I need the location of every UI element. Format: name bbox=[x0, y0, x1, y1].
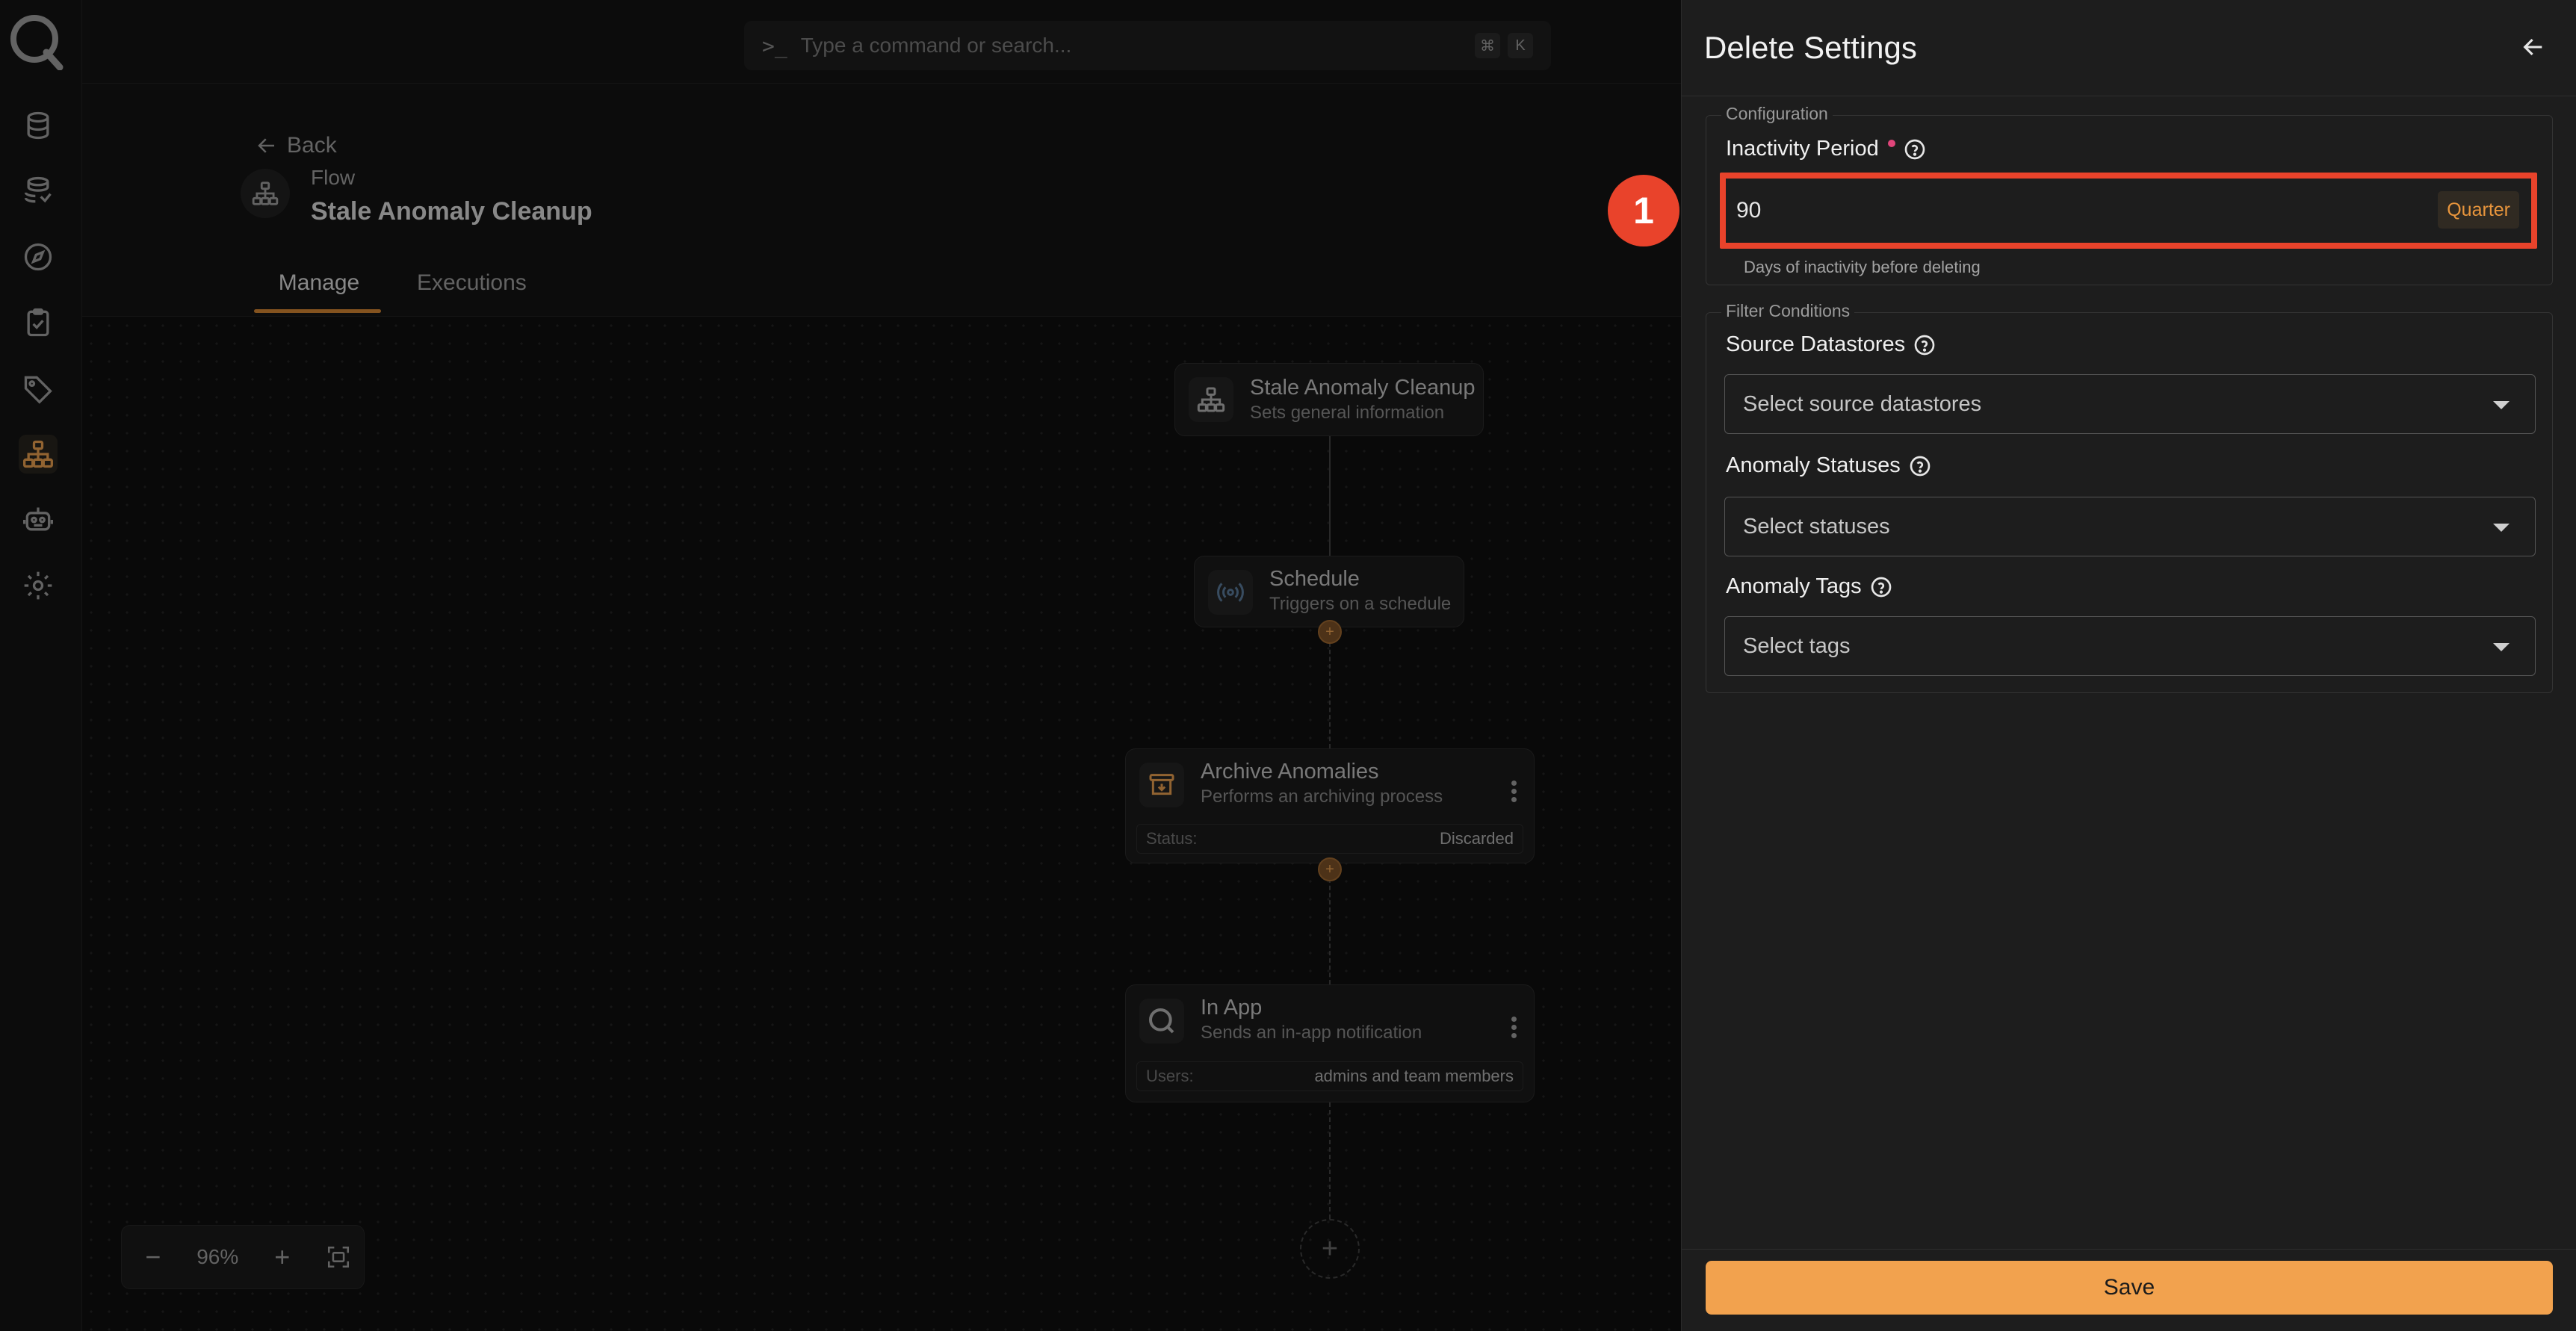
node-users-row: Users: admins and team members bbox=[1136, 1061, 1523, 1091]
settings-icon[interactable] bbox=[19, 566, 58, 605]
node-menu-icon[interactable] bbox=[1511, 778, 1519, 805]
explore-icon[interactable] bbox=[19, 238, 58, 276]
node-title: Archive Anomalies bbox=[1201, 760, 1379, 784]
node-connector-port[interactable]: + bbox=[1318, 620, 1342, 644]
zoom-out-button[interactable]: − bbox=[134, 1241, 172, 1273]
row-value: Discarded bbox=[1439, 829, 1514, 848]
back-link[interactable]: Back bbox=[256, 133, 337, 158]
archive-box-icon bbox=[1139, 763, 1184, 807]
caret-down-icon bbox=[2493, 401, 2510, 409]
node-title: In App bbox=[1201, 996, 1263, 1020]
delete-settings-drawer: Delete Settings Configuration Inactivity… bbox=[1681, 0, 2576, 1331]
node-subtitle: Triggers on a schedule bbox=[1269, 594, 1452, 614]
command-search-placeholder: Type a command or search... bbox=[800, 34, 1072, 57]
drawer-title: Delete Settings bbox=[1704, 30, 1917, 65]
node-title: Stale Anomaly Cleanup bbox=[1250, 376, 1476, 400]
active-tab-indicator bbox=[254, 309, 381, 313]
node-menu-icon[interactable] bbox=[1511, 1014, 1519, 1041]
caret-down-icon bbox=[2493, 524, 2510, 532]
add-node-button[interactable]: + bbox=[1300, 1219, 1360, 1279]
help-icon[interactable] bbox=[1903, 137, 1927, 161]
configuration-fieldset: Configuration Inactivity Period Quarter … bbox=[1706, 104, 2553, 285]
anomaly-statuses-select[interactable]: Select statuses bbox=[1724, 497, 2536, 556]
node-status-row: Status: Discarded bbox=[1136, 824, 1523, 854]
help-icon[interactable] bbox=[1913, 333, 1936, 357]
node-in-app[interactable]: In App Sends an in-app notification User… bbox=[1125, 984, 1535, 1102]
label-text: Anomaly Tags bbox=[1726, 574, 1862, 598]
help-icon[interactable] bbox=[1869, 575, 1893, 599]
datastore-stack-icon[interactable] bbox=[19, 172, 58, 211]
node-subtitle: Sends an in-app notification bbox=[1201, 1023, 1422, 1043]
caret-down-icon bbox=[2493, 643, 2510, 651]
node-subtitle: Sets general information bbox=[1250, 403, 1445, 423]
unit-chip: Quarter bbox=[2438, 191, 2519, 229]
broadcast-icon bbox=[1208, 570, 1253, 615]
row-key: Users: bbox=[1146, 1067, 1194, 1085]
flow-hierarchy-icon bbox=[1189, 377, 1233, 422]
node-connector-port[interactable]: + bbox=[1318, 857, 1342, 881]
source-datastores-label: Source Datastores bbox=[1726, 332, 1936, 357]
flow-header: Back Flow Stale Anomaly Cleanup Manage E… bbox=[82, 84, 1681, 317]
step-badge: 1 bbox=[1608, 175, 1679, 246]
app-logo-icon[interactable] bbox=[7, 10, 64, 70]
arrow-left-icon bbox=[258, 138, 274, 153]
source-datastores-select[interactable]: Select source datastores bbox=[1724, 374, 2536, 434]
page-title: Stale Anomaly Cleanup bbox=[311, 197, 592, 226]
anomaly-statuses-label: Anomaly Statuses bbox=[1726, 453, 1932, 478]
node-flow-info[interactable]: Stale Anomaly Cleanup Sets general infor… bbox=[1174, 363, 1484, 436]
node-subtitle: Performs an archiving process bbox=[1201, 786, 1443, 807]
anomaly-tags-select[interactable]: Select tags bbox=[1724, 616, 2536, 676]
command-search-input[interactable]: >_ Type a command or search... ⌘ K bbox=[744, 21, 1551, 70]
filter-conditions-fieldset: Filter Conditions Source Datastores Sele… bbox=[1706, 301, 2553, 693]
datastore-icon[interactable] bbox=[19, 106, 58, 145]
app-logo-icon bbox=[1139, 999, 1184, 1043]
edge-flow-schedule bbox=[1329, 436, 1331, 556]
node-title: Schedule bbox=[1269, 567, 1360, 591]
tag-icon[interactable] bbox=[19, 369, 58, 408]
helper-text: Days of inactivity before deleting bbox=[1744, 258, 1981, 276]
agent-icon[interactable] bbox=[19, 500, 58, 539]
left-rail bbox=[0, 0, 82, 1331]
inactivity-period-label: Inactivity Period bbox=[1726, 137, 1927, 161]
help-icon[interactable] bbox=[1908, 454, 1932, 478]
save-button[interactable]: Save bbox=[1706, 1261, 2553, 1315]
select-placeholder: Select tags bbox=[1743, 633, 1851, 658]
label-text: Inactivity Period bbox=[1726, 137, 1879, 161]
back-label: Back bbox=[287, 133, 337, 158]
row-value: admins and team members bbox=[1314, 1067, 1514, 1085]
inactivity-period-input[interactable] bbox=[1732, 184, 2524, 237]
flows-icon[interactable] bbox=[19, 435, 58, 474]
shortcut-key: K bbox=[1508, 33, 1533, 58]
arrow-left-icon[interactable] bbox=[2521, 34, 2546, 60]
edge-schedule-archive bbox=[1329, 642, 1331, 748]
flow-kicker: Flow bbox=[311, 166, 356, 189]
select-placeholder: Select source datastores bbox=[1743, 391, 1982, 416]
row-key: Status: bbox=[1146, 829, 1198, 848]
checks-icon[interactable] bbox=[19, 303, 58, 342]
node-schedule[interactable]: Schedule Triggers on a schedule bbox=[1194, 556, 1464, 627]
footer-divider bbox=[1682, 1249, 2576, 1250]
node-archive-anomalies[interactable]: Archive Anomalies Performs an archiving … bbox=[1125, 748, 1535, 863]
zoom-controls: − 96% + bbox=[121, 1225, 365, 1289]
terminal-icon: >_ bbox=[762, 33, 787, 58]
edge-archive-inapp bbox=[1329, 878, 1331, 984]
anomaly-tags-label: Anomaly Tags bbox=[1726, 574, 1893, 599]
top-bar: >_ Type a command or search... ⌘ K bbox=[82, 0, 1681, 84]
tab-manage[interactable]: Manage bbox=[256, 270, 383, 296]
edge-inapp-add bbox=[1329, 1102, 1331, 1219]
zoom-in-button[interactable]: + bbox=[264, 1241, 301, 1273]
configuration-legend: Configuration bbox=[1721, 104, 1833, 124]
shortcut-mod-key: ⌘ bbox=[1475, 33, 1500, 58]
label-text: Anomaly Statuses bbox=[1726, 453, 1901, 477]
select-placeholder: Select statuses bbox=[1743, 514, 1890, 539]
label-text: Source Datastores bbox=[1726, 332, 1906, 356]
flow-hierarchy-icon bbox=[241, 169, 290, 218]
fit-view-icon[interactable] bbox=[326, 1244, 351, 1270]
tab-executions[interactable]: Executions bbox=[417, 270, 527, 296]
required-indicator bbox=[1887, 139, 1895, 147]
zoom-level: 96% bbox=[196, 1245, 239, 1268]
filter-conditions-legend: Filter Conditions bbox=[1721, 301, 1855, 321]
